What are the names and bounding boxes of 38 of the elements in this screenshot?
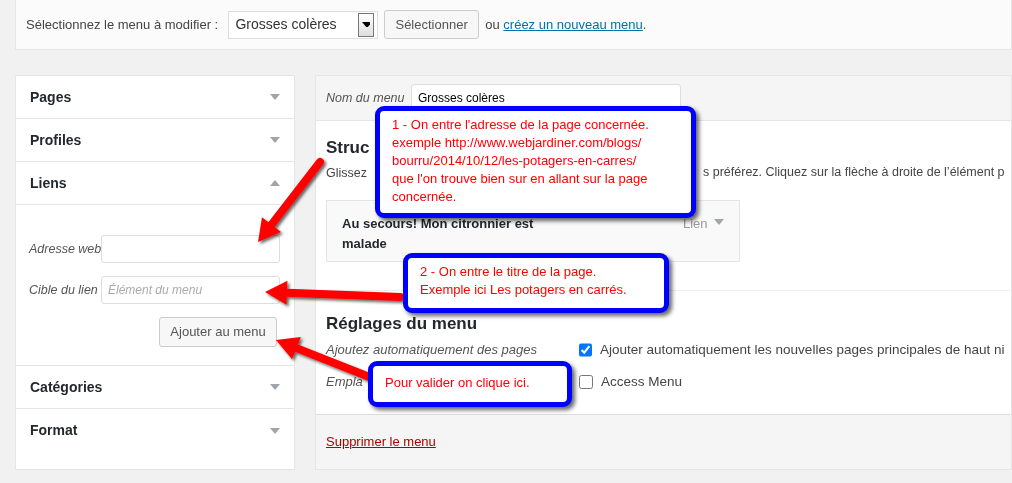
hint-text: Glissez [326,165,367,180]
expand-caret-icon[interactable] [714,219,724,226]
field-label: Cible du lien [29,281,99,299]
text-field[interactable]: Élément du menu [101,276,280,304]
setting-label: Empla [326,374,363,390]
expand-caret-icon[interactable] [270,137,280,143]
collapse-caret-icon[interactable] [270,180,280,186]
accordion-header[interactable]: Catégories [16,366,294,409]
selector-label: Sélectionnez le menu à modifier : [26,15,219,34]
section-heading: Réglages du menu [326,314,478,335]
expand-caret-icon[interactable] [270,427,280,434]
accordion-header[interactable]: Profiles [16,119,294,162]
text-field[interactable] [101,235,280,263]
expand-caret-icon[interactable] [270,94,280,100]
menu-dropdown[interactable]: Grosses colères [227,10,378,39]
callout-tooltip: 1 - On entre l'adresse de la page concernée. exemple http://www.webjardiner.com/blogs/ bourru/2014/10/12/les-potagers-en-carres/ que l'on trouve bien sur en allant sur la page concernée. [375,106,696,218]
add-to-menu-button[interactable]: Ajouter au menu [159,317,277,347]
field-label: Adresse web [29,240,101,258]
accordion-header[interactable]: Liens [16,162,294,205]
item-type-label: Lien [682,215,708,234]
create-menu-link[interactable]: créez un nouveau menu [503,16,643,32]
checkbox-label: Ajouter automatiquement les nouvelles pages principales de haut ni [600,340,1005,359]
expand-caret-icon[interactable] [270,384,280,390]
create-menu-text: ou créez un nouveau menu. [485,15,647,34]
callout-tooltip: Pour valider on clique ici. [368,361,572,407]
setting-label: Ajoutez automatiquement des pages [326,342,538,358]
accordion-header[interactable]: Pages [16,76,294,119]
hint-text: s préférez. Cliquez sur la flèche à droite de l’élément p [703,163,1005,181]
delete-menu-link[interactable]: Supprimer le menu [326,432,436,452]
accordion-header[interactable]: Format [16,409,294,452]
callout-tooltip: 2 - On entre le titre de la page. Exemple ici Les potagers en carrés. [403,253,669,313]
checkbox[interactable] [579,342,592,357]
checkbox-label: Access Menu [601,373,683,391]
section-heading: Struc [326,138,370,159]
select-button[interactable]: Sélectionner [384,9,479,40]
field-label: Nom du menu [326,89,405,107]
dropdown-caret-icon[interactable] [361,22,370,27]
checkbox[interactable] [579,375,593,390]
